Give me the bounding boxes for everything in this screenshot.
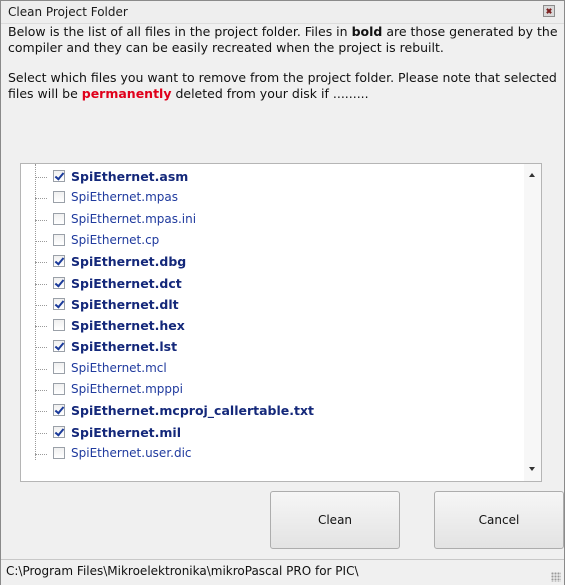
- file-name: SpiEthernet.mcl: [71, 360, 167, 375]
- file-checkbox[interactable]: [53, 191, 65, 204]
- cancel-button[interactable]: Cancel: [434, 491, 564, 549]
- file-list-item[interactable]: SpiEthernet.mpas.ini: [35, 211, 515, 229]
- file-list-item[interactable]: SpiEthernet.dlt: [35, 296, 515, 314]
- file-checkbox[interactable]: [53, 383, 65, 395]
- file-list-item[interactable]: SpiEthernet.mcproj_callertable.txt: [35, 402, 515, 420]
- tree-branch-line: [35, 411, 47, 413]
- file-list-item[interactable]: SpiEthernet.dct: [35, 275, 515, 293]
- file-checkbox[interactable]: [53, 319, 65, 332]
- file-checkbox[interactable]: [53, 361, 65, 374]
- file-name: SpiEthernet.dbg: [71, 254, 187, 270]
- file-checkbox[interactable]: [53, 276, 65, 289]
- file-list-item[interactable]: SpiEthernet.hex: [35, 317, 515, 335]
- file-list-item[interactable]: SpiEthernet.user.dic: [35, 445, 515, 463]
- file-list-item[interactable]: SpiEthernet.mpas: [35, 189, 515, 207]
- tree-branch-line: [35, 177, 47, 178]
- tree-branch-line: [35, 198, 47, 200]
- file-name: SpiEthernet.hex: [71, 318, 185, 334]
- tree-branch-line: [35, 262, 47, 264]
- file-list-item[interactable]: SpiEthernet.asm: [35, 168, 515, 186]
- file-list-item[interactable]: SpiEthernet.mpppi: [35, 381, 515, 399]
- warning-keyword: permanently: [81, 85, 172, 101]
- file-checkbox[interactable]: [53, 446, 65, 459]
- file-name: SpiEthernet.dlt: [71, 296, 179, 312]
- clean-project-folder-dialog: Clean Project Folder Below is the list o…: [0, 0, 565, 585]
- tree-branch-line: [35, 283, 47, 285]
- clean-button[interactable]: Clean: [270, 491, 400, 549]
- tree-branch-line: [35, 219, 47, 221]
- tree-branch-line: [35, 326, 47, 328]
- scroll-up-arrow-icon[interactable]: [529, 173, 535, 177]
- window-title: Clean Project Folder: [8, 5, 128, 19]
- tree-branch-line: [35, 390, 47, 391]
- file-name: SpiEthernet.asm: [71, 169, 189, 184]
- file-name: SpiEthernet.mil: [71, 424, 181, 440]
- vertical-scrollbar[interactable]: [524, 164, 541, 481]
- file-name: SpiEthernet.mpppi: [71, 382, 183, 396]
- tree-branch-line: [35, 240, 47, 242]
- status-path: C:\Program Files\Mikroelektronika\mikroP…: [6, 564, 359, 578]
- description-paragraph-1: Below is the list of all files in the pr…: [8, 24, 558, 55]
- status-bar: C:\Program Files\Mikroelektronika\mikroP…: [1, 559, 564, 585]
- file-checkbox[interactable]: [53, 297, 65, 310]
- scroll-down-arrow-icon[interactable]: [529, 467, 535, 471]
- file-list[interactable]: SpiEthernet.asm SpiEthernet.mpas SpiEthern…: [20, 163, 542, 482]
- title-bar: Clean Project Folder: [1, 1, 564, 24]
- file-name: SpiEthernet.mcproj_callertable.txt: [71, 403, 314, 419]
- file-checkbox[interactable]: [53, 404, 65, 417]
- file-list-item[interactable]: SpiEthernet.mcl: [35, 360, 515, 378]
- tree-branch-line: [35, 304, 47, 306]
- file-name: SpiEthernet.mpas.ini: [71, 211, 197, 226]
- file-checkbox[interactable]: [53, 425, 65, 438]
- file-name: SpiEthernet.user.dic: [71, 445, 192, 460]
- file-name: SpiEthernet.lst: [71, 339, 178, 355]
- tree-branch-line: [35, 453, 47, 455]
- file-list-item[interactable]: SpiEthernet.dbg: [35, 253, 515, 271]
- resize-grip-icon[interactable]: [551, 572, 561, 582]
- tree-branch-line: [35, 432, 47, 434]
- tree-branch-line: [35, 347, 47, 349]
- file-name: SpiEthernet.dct: [71, 275, 182, 291]
- file-checkbox[interactable]: [53, 170, 65, 182]
- file-checkbox[interactable]: [53, 233, 65, 246]
- file-checkbox[interactable]: [53, 340, 65, 353]
- file-checkbox[interactable]: [53, 255, 65, 268]
- file-name: SpiEthernet.cp: [71, 232, 160, 247]
- close-icon[interactable]: [543, 5, 555, 17]
- tree-branch-line: [35, 368, 47, 370]
- description-text: Below is the list of all files in the pr…: [8, 24, 558, 154]
- file-name: SpiEthernet.mpas: [71, 190, 178, 205]
- file-list-item[interactable]: SpiEthernet.lst: [35, 338, 515, 356]
- file-checkbox[interactable]: [53, 212, 65, 225]
- description-paragraph-2: Select which files you want to remove fr…: [8, 70, 557, 101]
- file-list-item[interactable]: SpiEthernet.cp: [35, 232, 515, 250]
- bold-keyword: bold: [351, 24, 383, 39]
- file-list-item[interactable]: SpiEthernet.mil: [35, 424, 515, 442]
